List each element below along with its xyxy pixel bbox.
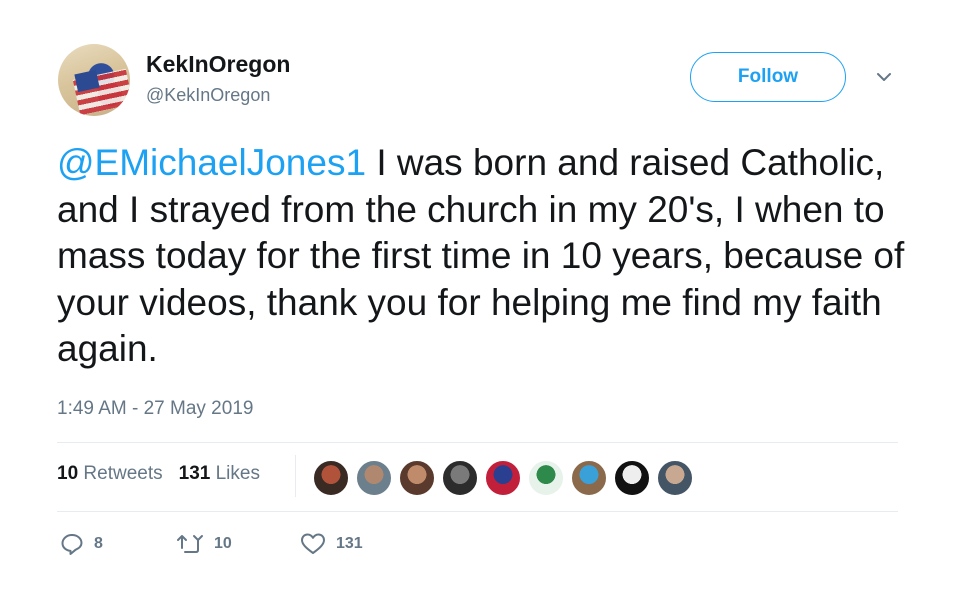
chevron-down-icon[interactable] (873, 66, 895, 88)
user-handle[interactable]: @KekInOregon (146, 85, 270, 106)
retweet-count: 10 (214, 535, 232, 552)
tweet-text: @EMichaelJones1 I was born and raised Ca… (57, 140, 917, 373)
likes-count: 131 (178, 463, 211, 484)
follow-button[interactable]: Follow (690, 52, 846, 102)
likes-label: Likes (215, 463, 260, 484)
tweet-stats: 10 Retweets 131 Likes (57, 463, 276, 485)
likes-stat[interactable]: 131 Likes (179, 463, 260, 485)
liker-avatar[interactable] (398, 459, 436, 497)
liker-avatar[interactable] (656, 459, 694, 497)
divider-top (57, 442, 898, 443)
liker-avatar[interactable] (312, 459, 350, 497)
reply-action[interactable]: 8 (60, 532, 103, 556)
retweets-stat[interactable]: 10 Retweets (57, 463, 163, 485)
user-avatar[interactable] (58, 44, 130, 116)
user-name[interactable]: KekInOregon (146, 51, 290, 78)
reply-icon (61, 534, 83, 555)
like-action[interactable]: 131 (300, 532, 363, 556)
liker-avatar[interactable] (484, 459, 522, 497)
heart-icon (301, 533, 325, 554)
liker-avatar[interactable] (570, 459, 608, 497)
tweet-mention[interactable]: @EMichaelJones1 (57, 142, 366, 183)
liker-avatar[interactable] (441, 459, 479, 497)
retweet-icon (177, 535, 203, 553)
retweets-label: Retweets (83, 463, 163, 484)
liker-avatar[interactable] (527, 459, 565, 497)
reply-count: 8 (94, 535, 103, 552)
liker-avatar[interactable] (613, 459, 651, 497)
liker-avatar[interactable] (355, 459, 393, 497)
like-count: 131 (336, 535, 363, 552)
retweet-action[interactable]: 10 (176, 532, 232, 556)
stats-separator (295, 455, 296, 497)
tweet-timestamp[interactable]: 1:49 AM - 27 May 2019 (57, 398, 253, 420)
divider-bottom (57, 511, 898, 512)
retweets-count: 10 (57, 463, 79, 484)
